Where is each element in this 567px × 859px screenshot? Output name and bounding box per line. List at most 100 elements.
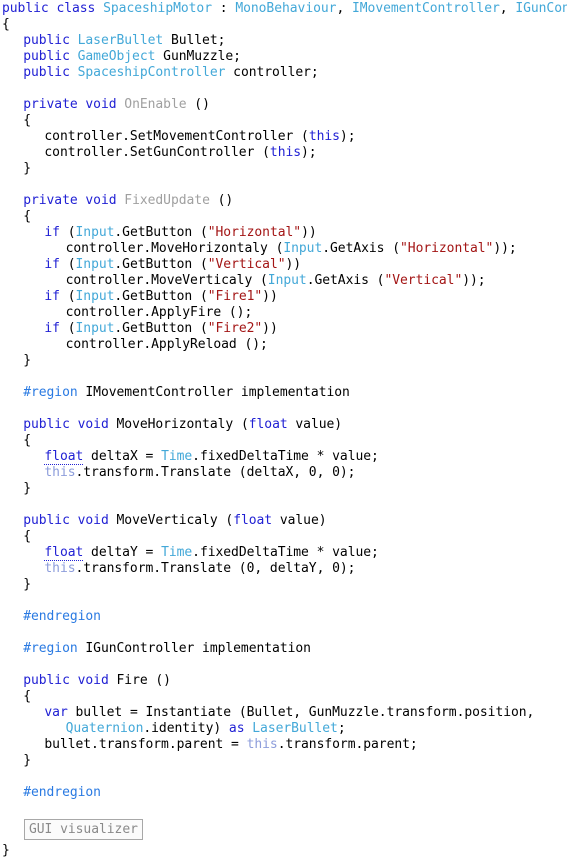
code-line[interactable]: controller.MoveHorizontaly (Input.GetAxi… [0, 241, 567, 257]
code-line[interactable]: controller.ApplyFire (); [0, 305, 567, 321]
code-line[interactable]: #endregion [0, 609, 567, 625]
code-line[interactable]: controller.SetGunController (this); [0, 145, 567, 161]
code-token: )) [285, 257, 302, 272]
code-line[interactable] [0, 801, 567, 817]
code-line[interactable]: } [0, 577, 567, 593]
code-token: void [85, 193, 125, 208]
code-token: controller.MoveHorizontaly ( [65, 241, 284, 256]
code-line[interactable] [0, 177, 567, 193]
code-token: void [77, 417, 117, 432]
code-token: )) [262, 289, 278, 304]
code-line[interactable]: } [0, 161, 567, 177]
code-line[interactable]: private void FixedUpdate () [0, 193, 567, 209]
code-token: Input [75, 289, 115, 304]
code-token: IMovementController [352, 1, 500, 16]
code-line[interactable]: { [0, 529, 567, 545]
code-line[interactable]: } [0, 481, 567, 497]
code-line[interactable]: controller.MoveVerticaly (Input.GetAxis … [0, 273, 567, 289]
code-line[interactable]: controller.ApplyReload (); [0, 337, 567, 353]
code-token: IGunController [515, 1, 567, 16]
code-line[interactable]: GUI visualizer [0, 817, 567, 843]
code-token: "Vertical" [207, 257, 286, 272]
code-token: LaserBullet [252, 721, 338, 736]
code-line[interactable]: private void OnEnable () [0, 97, 567, 113]
code-token: } [23, 577, 31, 592]
code-line[interactable]: #region IMovementController implementati… [0, 385, 567, 401]
code-line[interactable]: this.transform.Translate (0, deltaY, 0); [0, 561, 567, 577]
code-line[interactable] [0, 769, 567, 785]
code-line[interactable]: public void Fire () [0, 673, 567, 689]
code-token: deltaX = [83, 449, 162, 464]
code-token: ; [337, 721, 346, 736]
code-token: bullet = Instantiate (Bullet, GunMuzzle.… [67, 705, 535, 720]
code-line[interactable] [0, 81, 567, 97]
code-line[interactable]: #endregion [0, 785, 567, 801]
code-line[interactable]: { [0, 113, 567, 129]
code-line[interactable] [0, 657, 567, 673]
code-editor-surface[interactable]: public class SpaceshipMotor : MonoBehavi… [0, 0, 567, 859]
code-token: { [23, 433, 31, 448]
code-line[interactable] [0, 369, 567, 385]
code-token: value) [287, 417, 343, 432]
code-line[interactable]: if (Input.GetButton ("Fire2")) [0, 321, 567, 337]
code-line[interactable]: { [0, 433, 567, 449]
code-token: IMovementController implementation [77, 385, 350, 400]
code-token: public [2, 1, 57, 16]
code-token: if [44, 289, 60, 304]
code-line[interactable]: Quaternion.identity) as LaserBullet; [0, 721, 567, 737]
code-line[interactable]: public void MoveVerticaly (float value) [0, 513, 567, 529]
code-token: : [211, 1, 236, 16]
code-token: )); [462, 273, 486, 288]
code-token: Quaternion [65, 721, 144, 736]
code-token: SpaceshipController [77, 65, 226, 80]
code-token: { [2, 17, 10, 32]
code-line[interactable]: var bullet = Instantiate (Bullet, GunMuz… [0, 705, 567, 721]
code-token: } [23, 161, 31, 176]
code-token: () [186, 97, 210, 112]
code-line[interactable]: float deltaY = Time.fixedDeltaTime * val… [0, 545, 567, 561]
code-line[interactable]: this.transform.Translate (deltaX, 0, 0); [0, 465, 567, 481]
code-token: "Horizontal" [400, 241, 494, 256]
code-line[interactable]: bullet.transform.parent = this.transform… [0, 737, 567, 753]
code-line[interactable]: #region IGunController implementation [0, 641, 567, 657]
code-line[interactable]: } [0, 843, 567, 859]
code-token: ( [59, 257, 76, 272]
code-line[interactable]: if (Input.GetButton ("Fire1")) [0, 289, 567, 305]
code-lines-container[interactable]: public class SpaceshipMotor : MonoBehavi… [0, 0, 567, 859]
code-token: MoveHorizontaly [116, 417, 234, 432]
code-line[interactable]: if (Input.GetButton ("Vertical")) [0, 257, 567, 273]
code-line[interactable] [0, 593, 567, 609]
code-token: controller.ApplyReload (); [65, 337, 268, 352]
code-line[interactable]: float deltaX = Time.fixedDeltaTime * val… [0, 449, 567, 465]
code-token: .transform.parent; [277, 737, 418, 752]
code-line[interactable]: public GameObject GunMuzzle; [0, 49, 567, 65]
code-token: GameObject [77, 49, 156, 64]
code-line[interactable]: public class SpaceshipMotor : MonoBehavi… [0, 1, 567, 17]
code-token: controller.ApplyFire (); [65, 305, 253, 320]
code-line[interactable] [0, 497, 567, 513]
code-line[interactable]: controller.SetMovementController (this); [0, 129, 567, 145]
code-token: )); [493, 241, 517, 256]
code-line[interactable]: } [0, 753, 567, 769]
code-token: Input [75, 225, 115, 240]
code-line[interactable]: { [0, 209, 567, 225]
code-token: .fixedDeltaTime * value; [192, 449, 379, 464]
code-line[interactable] [0, 625, 567, 641]
code-token: controller.MoveVerticaly ( [65, 273, 268, 288]
code-line[interactable] [0, 401, 567, 417]
code-token: controller.SetGunController ( [44, 145, 270, 160]
code-line[interactable]: { [0, 17, 567, 33]
code-token: } [23, 481, 31, 496]
code-line[interactable]: } [0, 353, 567, 369]
code-line[interactable]: public void MoveHorizontaly (float value… [0, 417, 567, 433]
code-token: #endregion [23, 609, 101, 624]
code-token: "Vertical" [384, 273, 463, 288]
gui-visualizer-widget[interactable]: GUI visualizer [24, 819, 143, 840]
code-line[interactable]: public SpaceshipController controller; [0, 65, 567, 81]
code-token: () [209, 193, 234, 208]
code-line[interactable]: if (Input.GetButton ("Horizontal")) [0, 225, 567, 241]
code-token: public [23, 673, 78, 688]
code-line[interactable]: { [0, 689, 567, 705]
code-token: this [308, 129, 340, 144]
code-line[interactable]: public LaserBullet Bullet; [0, 33, 567, 49]
